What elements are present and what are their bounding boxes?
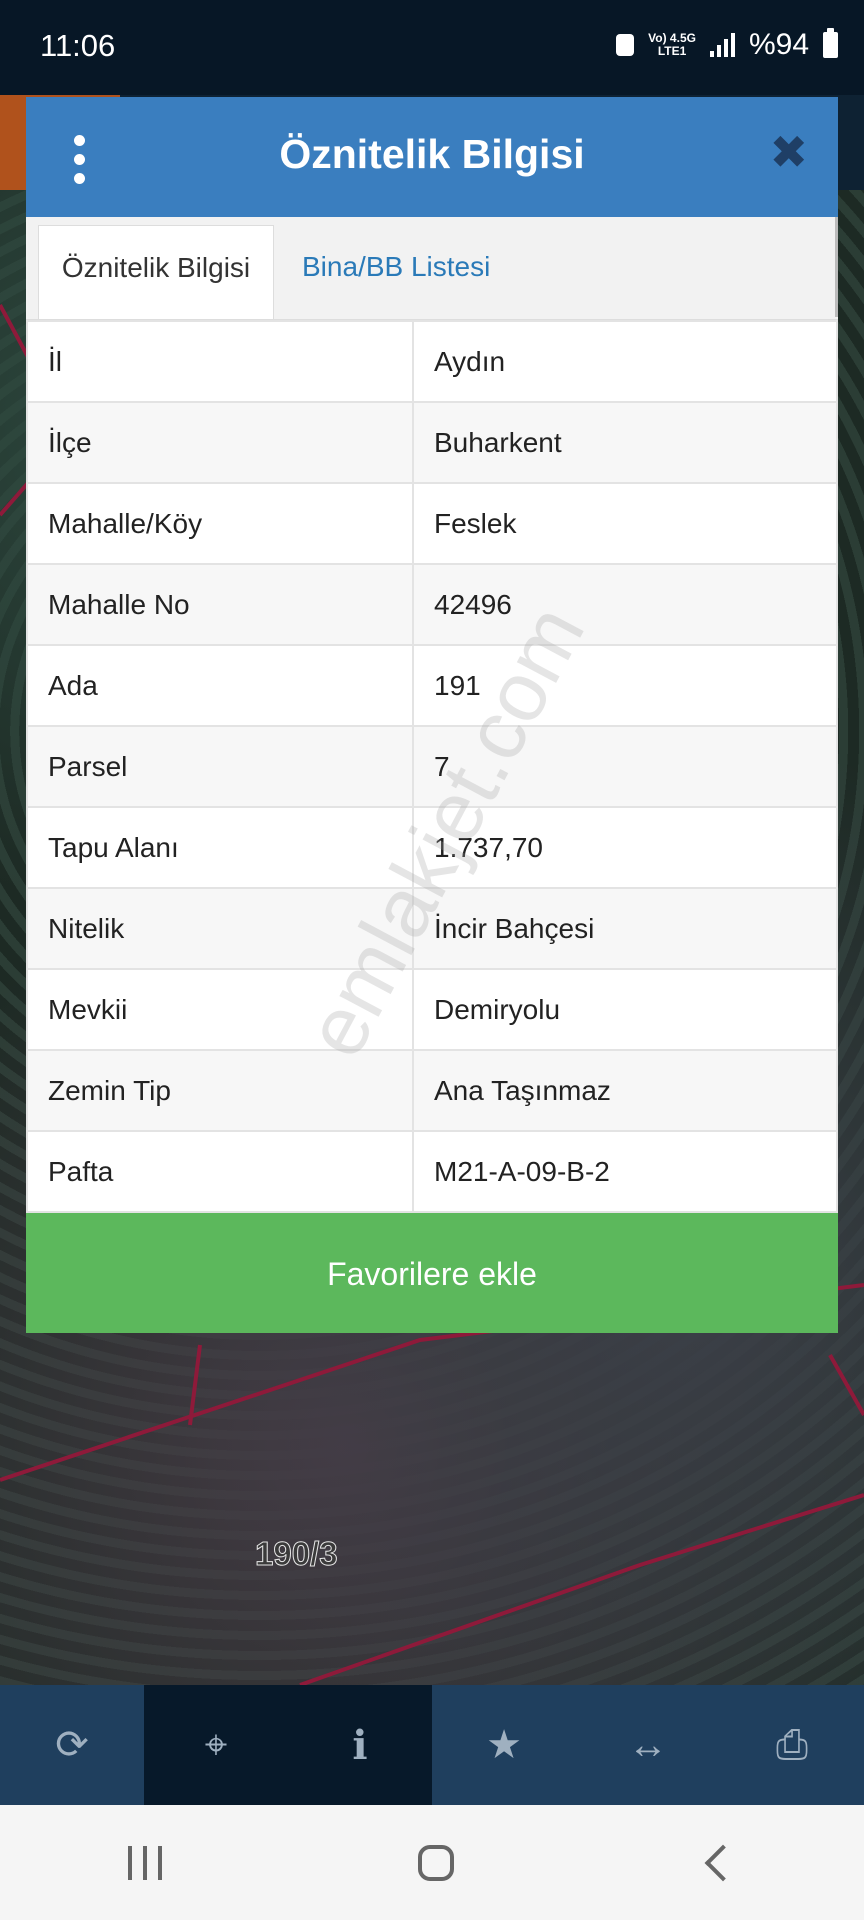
add-favorite-button[interactable]: Favorilere ekle	[26, 1213, 838, 1333]
measure-icon[interactable]: ↔	[576, 1685, 720, 1805]
table-row: Pafta M21-A-09-B-2	[26, 1130, 838, 1213]
table-row: Ada 191	[26, 644, 838, 727]
status-icons: Vo) 4.5G LTE1 %94	[616, 28, 838, 62]
attribute-value: 191	[412, 644, 838, 727]
table-row: İl Aydın	[26, 320, 838, 403]
recents-icon[interactable]	[128, 1845, 162, 1880]
table-row: Nitelik İncir Bahçesi	[26, 887, 838, 970]
attribute-value: Aydın	[412, 320, 838, 403]
tab-building-list[interactable]: Bina/BB Listesi	[302, 225, 490, 319]
attribute-key: Mahalle No	[26, 563, 414, 646]
system-nav-bar	[0, 1805, 864, 1920]
map-toolbar: ⟳ ⌖ i ★ ↔ ⎙	[0, 1685, 864, 1805]
attribute-key: Parsel	[26, 725, 414, 808]
dialog-header: Öznitelik Bilgisi ✖	[26, 97, 838, 217]
attribute-key: Tapu Alanı	[26, 806, 414, 889]
table-row: Tapu Alanı 1.737,70	[26, 806, 838, 889]
refresh-icon[interactable]: ⟳	[0, 1685, 144, 1805]
tab-bar: Öznitelik Bilgisi Bina/BB Listesi	[26, 217, 838, 320]
attribute-key: Ada	[26, 644, 414, 727]
attribute-value: Demiryolu	[412, 968, 838, 1051]
network-lte: LTE1	[657, 44, 687, 58]
network-indicator: Vo) 4.5G LTE1	[648, 32, 696, 58]
notification-icon	[616, 34, 635, 56]
attribute-key: Mahalle/Köy	[26, 482, 414, 565]
attribute-key: Zemin Tip	[26, 1049, 414, 1132]
attribute-value: 7	[412, 725, 838, 808]
attribute-value: M21-A-09-B-2	[412, 1130, 838, 1213]
attribute-value: 42496	[412, 563, 838, 646]
attribute-value: Feslek	[412, 482, 838, 565]
attribute-dialog: Öznitelik Bilgisi ✖ Öznitelik Bilgisi Bi…	[26, 97, 838, 1333]
home-icon[interactable]	[418, 1844, 454, 1881]
tab-attribute-info[interactable]: Öznitelik Bilgisi	[38, 225, 274, 319]
battery-level: %94	[748, 28, 809, 61]
parcel-label: 190/3	[255, 1535, 339, 1573]
tab-scrollbar	[835, 217, 838, 317]
dialog-title: Öznitelik Bilgisi	[279, 131, 585, 177]
print-icon[interactable]: ⎙	[720, 1685, 864, 1805]
attribute-table: İl Aydın İlçe Buharkent Mahalle/Köy Feslek Mah…	[26, 320, 838, 1213]
attribute-value: Buharkent	[412, 401, 838, 484]
battery-icon	[823, 28, 838, 58]
attribute-value: İncir Bahçesi	[412, 887, 838, 970]
back-icon[interactable]	[704, 1844, 742, 1881]
attribute-key: İl	[26, 320, 414, 403]
attribute-key: İlçe	[26, 401, 414, 484]
table-row: Mevkii Demiryolu	[26, 968, 838, 1051]
close-icon[interactable]: ✖	[769, 129, 808, 175]
status-bar: 11:06 Vo) 4.5G LTE1 %94	[0, 0, 864, 95]
attribute-key: Pafta	[26, 1130, 414, 1213]
star-icon[interactable]: ★	[432, 1685, 576, 1805]
attribute-key: Nitelik	[26, 887, 414, 970]
attribute-key: Mevkii	[26, 968, 414, 1051]
attribute-value: Ana Taşınmaz	[412, 1049, 838, 1132]
table-row: Mahalle/Köy Feslek	[26, 482, 838, 565]
status-time: 11:06	[40, 28, 116, 63]
crosshair-icon[interactable]: ⌖	[144, 1685, 288, 1805]
signal-icon	[709, 33, 735, 57]
info-icon[interactable]: i	[288, 1685, 432, 1805]
table-row: Mahalle No 42496	[26, 563, 838, 646]
table-row: Zemin Tip Ana Taşınmaz	[26, 1049, 838, 1132]
table-row: Parsel 7	[26, 725, 838, 808]
attribute-value: 1.737,70	[412, 806, 838, 889]
table-row: İlçe Buharkent	[26, 401, 838, 484]
